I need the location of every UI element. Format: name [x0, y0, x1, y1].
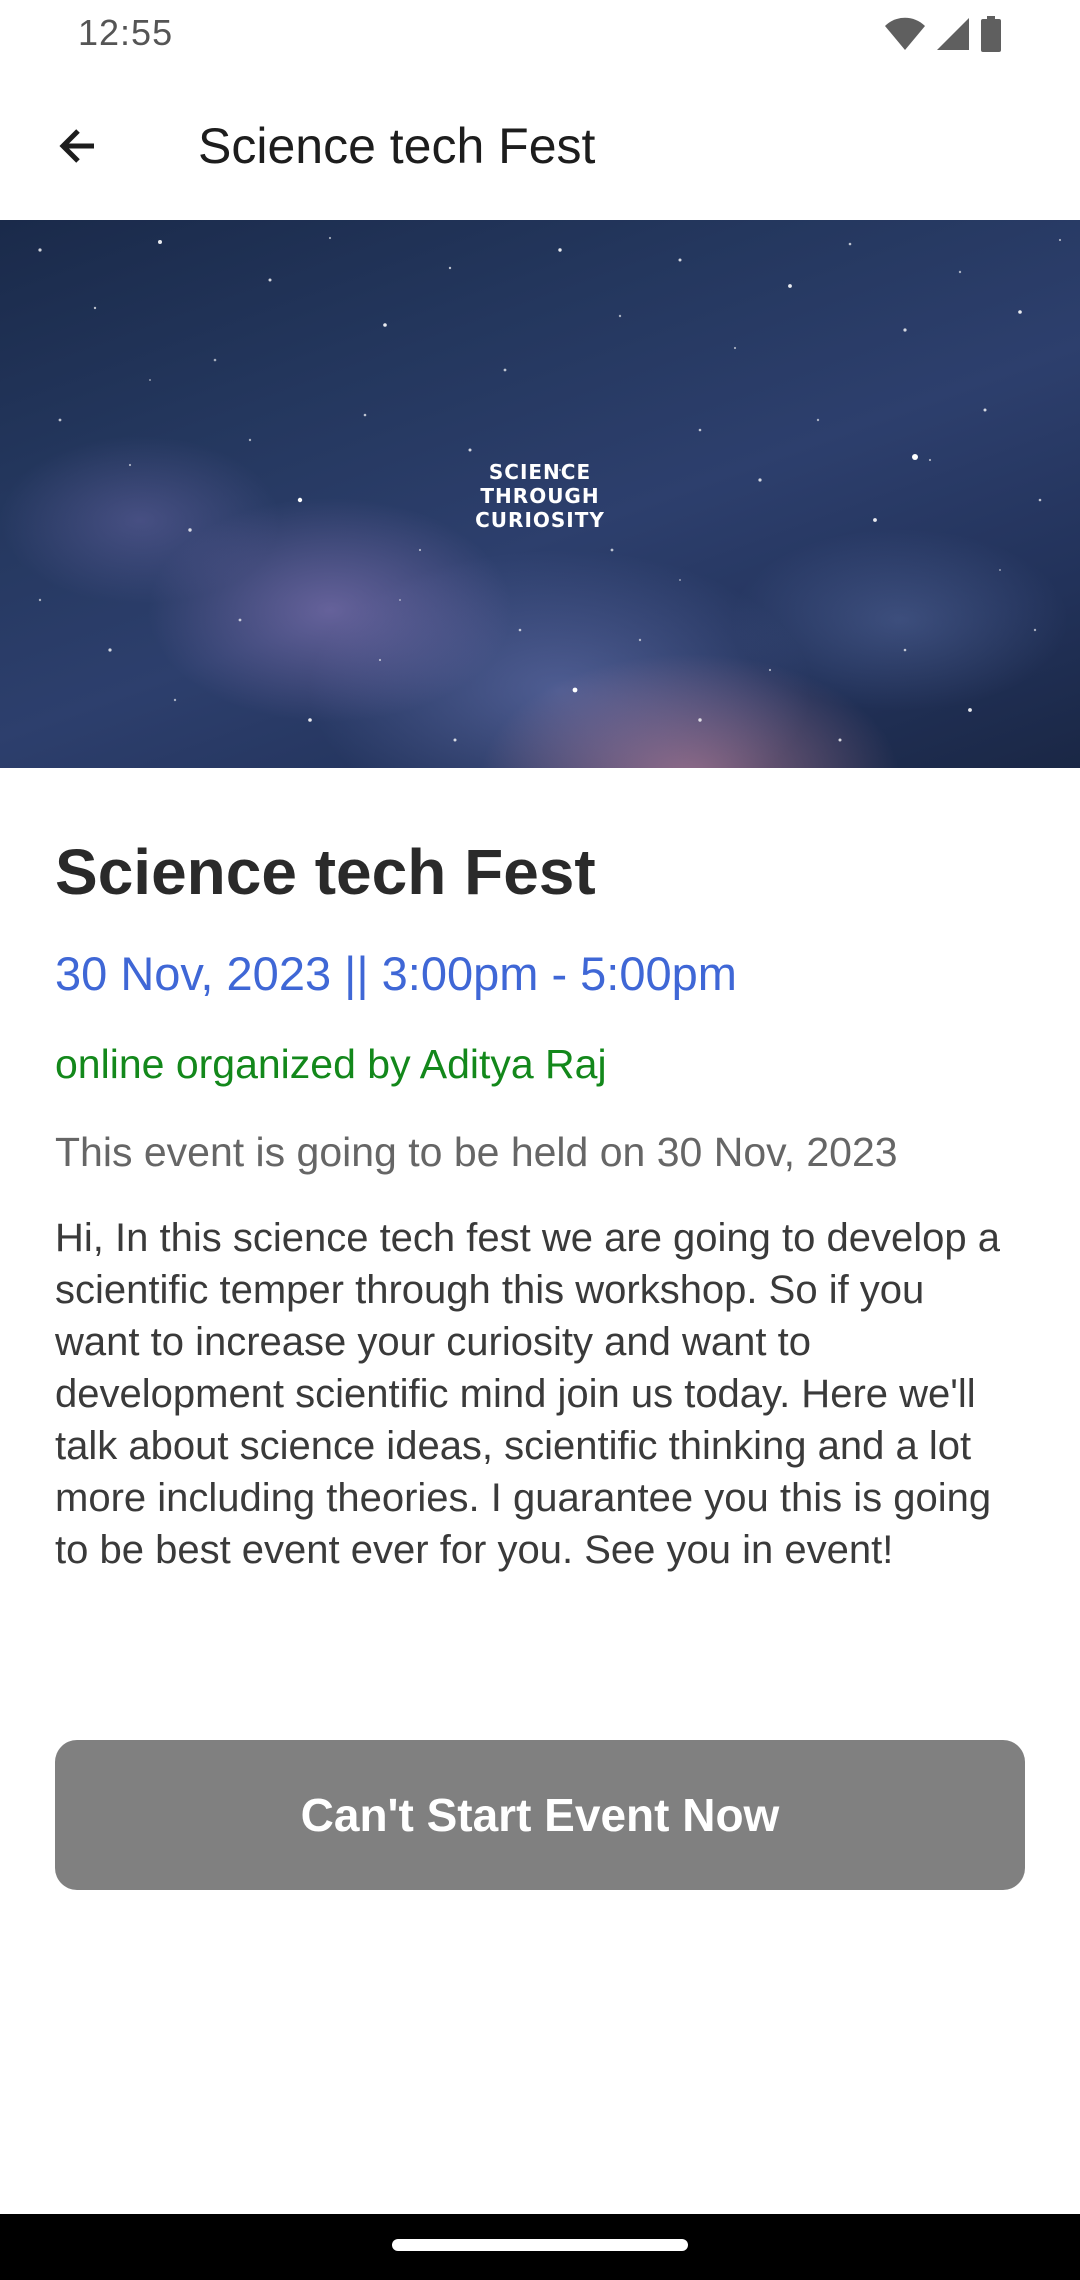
start-event-button[interactable]: Can't Start Event Now: [55, 1740, 1025, 1890]
event-organizer: online organized by Aditya Raj: [55, 1041, 607, 1087]
status-time: 12:55: [78, 12, 174, 53]
cellular-signal-icon: [936, 17, 970, 51]
event-date-note: This event is going to be held on 30 Nov…: [55, 1129, 898, 1175]
status-icons: [884, 16, 1002, 52]
banner-logo-text: SCIENCE THROUGH CURIOSITY: [475, 460, 605, 532]
home-indicator[interactable]: [392, 2239, 688, 2251]
app-bar: Science tech Fest: [0, 72, 1080, 220]
battery-icon: [980, 16, 1002, 52]
back-button[interactable]: [42, 112, 114, 184]
event-banner-image: SCIENCE THROUGH CURIOSITY: [0, 220, 1080, 768]
event-datetime: 30 Nov, 2023 || 3:00pm - 5:00pm: [55, 947, 737, 1000]
app-bar-title: Science tech Fest: [198, 118, 596, 174]
status-bar: 12:55: [0, 0, 1080, 72]
event-title: Science tech Fest: [55, 836, 596, 908]
wifi-icon: [884, 17, 926, 51]
arrow-left-icon: [54, 122, 102, 175]
event-details-screen: 12:55 Science tech Fest SCIENCE THROUGH …: [0, 0, 1080, 2280]
event-description: Hi, In this science tech fest we are goi…: [55, 1216, 1000, 1572]
